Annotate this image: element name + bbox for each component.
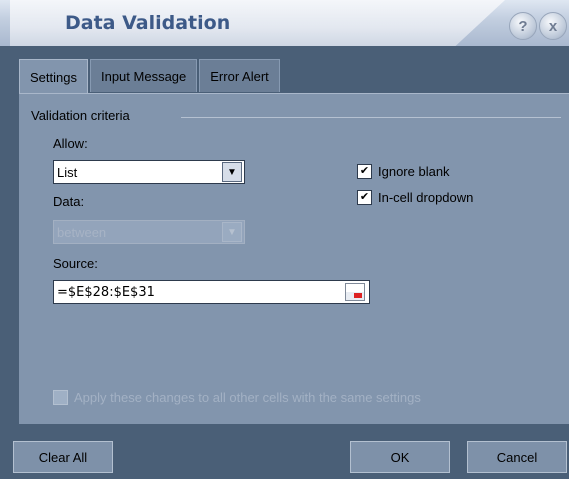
tab-settings[interactable]: Settings [19,59,88,94]
incell-dropdown-checkbox[interactable]: ✔ In-cell dropdown [357,190,473,205]
range-picker-icon[interactable] [345,283,365,301]
incell-dropdown-label: In-cell dropdown [378,190,474,205]
title-bar: Data Validation ? x [0,0,569,46]
tab-strip: Settings Input Message Error Alert [19,59,282,94]
data-select[interactable]: between ▼ [53,220,245,244]
clear-all-button[interactable]: Clear All [13,441,113,473]
ok-button[interactable]: OK [350,441,450,473]
validation-criteria-label: Validation criteria [31,108,130,123]
data-label: Data: [53,194,85,209]
chevron-down-icon[interactable]: ▼ [222,162,242,182]
help-icon[interactable]: ? [509,12,537,40]
allow-select-value: List [57,164,78,180]
group-divider [181,117,561,118]
ignore-blank-label: Ignore blank [378,164,450,179]
cancel-button[interactable]: Cancel [467,441,567,473]
tab-input-message[interactable]: Input Message [89,59,198,92]
title-buttons: ? x [509,12,567,40]
close-icon[interactable]: x [539,12,567,40]
window-title: Data Validation [65,12,231,34]
apply-all-checkbox[interactable]: Apply these changes to all other cells w… [53,390,421,405]
source-label: Source: [53,256,98,271]
settings-panel: Validation criteria Allow: List ▼ Data: … [19,93,569,424]
data-select-value: between [57,224,107,240]
allow-label: Allow: [53,136,88,151]
check-icon[interactable]: ✔ [357,190,372,205]
check-icon[interactable]: ✔ [357,164,372,179]
chevron-down-icon[interactable]: ▼ [222,222,242,242]
source-input-value: =$E$28:$E$31 [57,284,155,300]
tab-error-alert[interactable]: Error Alert [199,59,280,92]
apply-all-label: Apply these changes to all other cells w… [74,390,421,405]
ignore-blank-checkbox[interactable]: ✔ Ignore blank [357,164,450,179]
source-input[interactable]: =$E$28:$E$31 [53,280,370,304]
checkbox-box[interactable] [53,390,68,405]
allow-select[interactable]: List ▼ [53,160,245,184]
